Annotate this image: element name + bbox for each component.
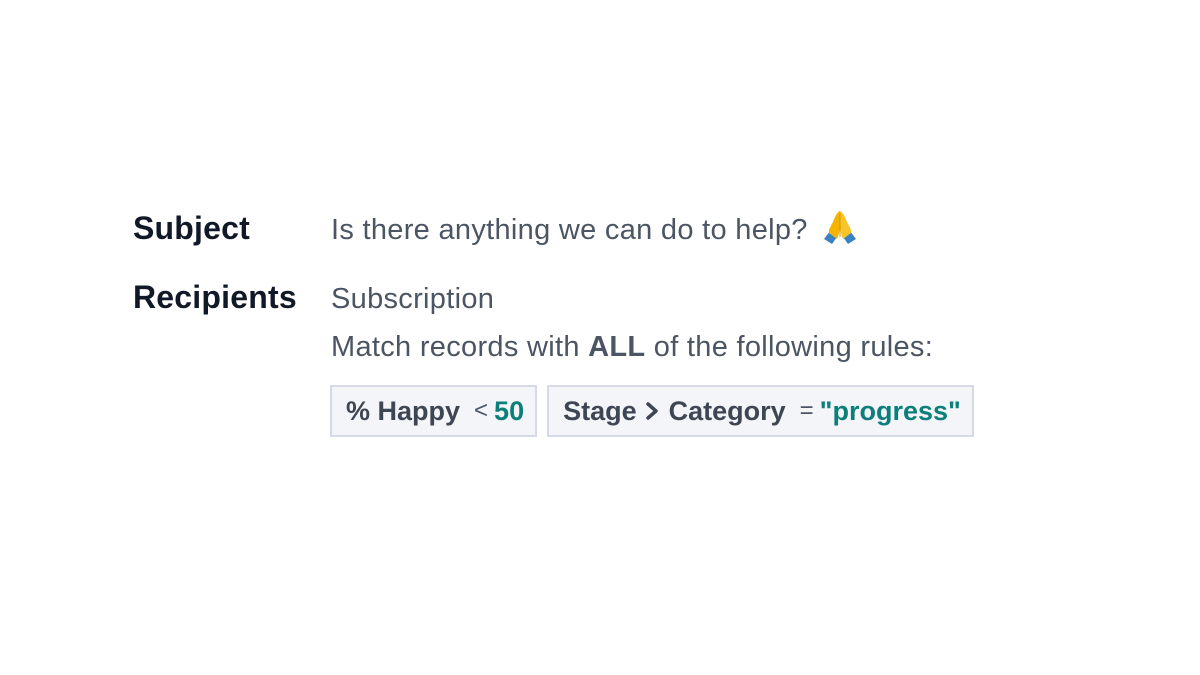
subject-text: Is there anything we can do to help? (331, 214, 808, 246)
match-prefix: Match records with (331, 331, 589, 363)
rule-value: "progress" (819, 395, 961, 426)
match-rules-description: Match records with ALL of the following … (331, 331, 933, 364)
rule-operator: = (799, 397, 814, 424)
chevron-right-icon (645, 402, 658, 420)
match-suffix: of the following rules: (645, 331, 934, 363)
subject-row: Subject Is there anything we can do to h… (133, 209, 860, 247)
subject-label: Subject (133, 210, 250, 246)
subject-value: Is there anything we can do to help? (331, 209, 860, 247)
folded-hands-emoji-icon (824, 211, 857, 244)
email-campaign-summary: Subject Is there anything we can do to h… (0, 0, 1200, 675)
rules-list: % Happy < 50 Stage Category = "progress" (330, 385, 974, 437)
rule-field-child: Category (668, 395, 786, 426)
rule-field: % Happy (346, 395, 461, 426)
recipients-row: Recipients Subscription (133, 279, 494, 316)
rule-value: 50 (494, 395, 525, 426)
recipients-value: Subscription (331, 283, 495, 315)
rule-field-parent: Stage (563, 395, 637, 426)
rule-chip-happy[interactable]: % Happy < 50 (330, 385, 538, 437)
rule-chip-stage-category[interactable]: Stage Category = "progress" (547, 385, 974, 437)
rule-operator: < (474, 397, 489, 424)
match-keyword: ALL (588, 331, 646, 363)
recipients-label: Recipients (133, 279, 297, 315)
